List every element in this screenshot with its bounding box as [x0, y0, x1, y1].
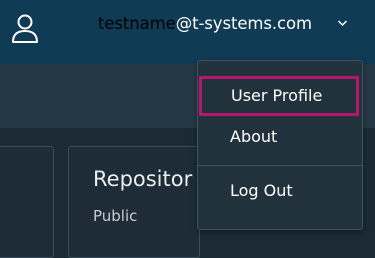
user-icon[interactable] — [10, 12, 40, 44]
top-header: testname@t-systems.com — [0, 0, 375, 64]
chevron-down-icon[interactable] — [337, 19, 348, 27]
card-visibility: Public — [93, 207, 138, 225]
card-title: Repositor — [93, 167, 193, 191]
account-menu-trigger[interactable]: testname@t-systems.com — [98, 13, 312, 35]
card-partial[interactable] — [0, 146, 54, 258]
menu-divider — [198, 165, 362, 166]
menu-item-about[interactable]: About — [198, 119, 362, 155]
account-username: testname — [98, 14, 176, 33]
menu-item-log-out[interactable]: Log Out — [198, 173, 362, 209]
account-domain: @t-systems.com — [175, 14, 312, 33]
repository-card[interactable]: Repositor Public — [68, 146, 200, 258]
menu-item-user-profile[interactable]: User Profile — [199, 76, 359, 116]
user-dropdown-menu: User Profile About Log Out — [197, 60, 363, 230]
